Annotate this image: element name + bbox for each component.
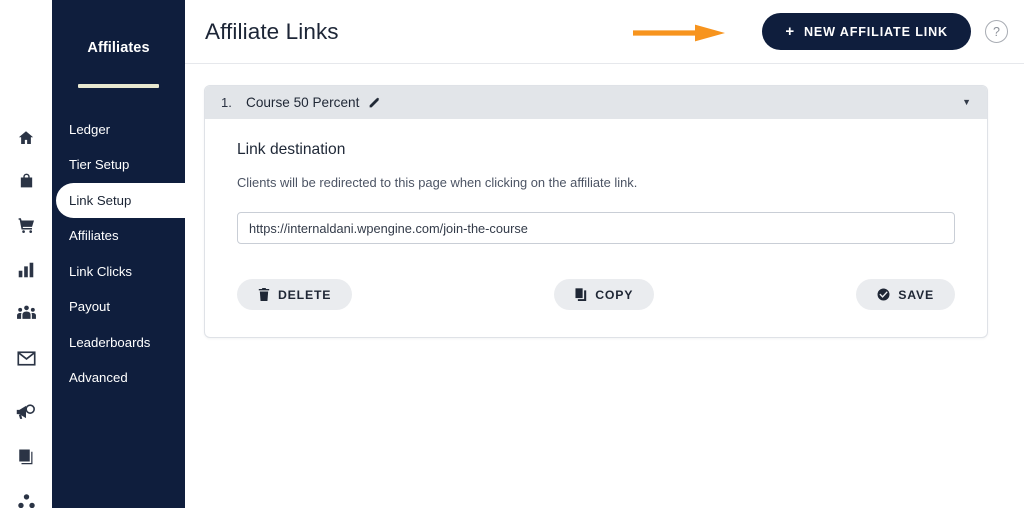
sidebar-item-label: Link Clicks: [69, 263, 133, 279]
plus-icon: +: [785, 23, 795, 40]
envelope-icon[interactable]: [0, 341, 52, 375]
copy-icon: [575, 288, 587, 301]
bar-chart-icon[interactable]: [0, 253, 52, 287]
sidebar-item-affiliates[interactable]: Affiliates: [52, 218, 185, 254]
sidebar-item-label: Advanced: [69, 370, 128, 386]
sidebar-item-ledger[interactable]: Ledger: [52, 112, 185, 148]
copy-button[interactable]: COPY: [554, 279, 655, 310]
sidebar-item-label: Leaderboards: [69, 334, 151, 350]
sidebar-item-payout[interactable]: Payout: [52, 289, 185, 325]
book-icon[interactable]: [0, 440, 52, 474]
new-affiliate-link-label: NEW AFFILIATE LINK: [803, 24, 948, 39]
main-content: Affiliate Links + NEW AFFILIATE LINK ? 1…: [185, 0, 1024, 508]
megaphone-icon[interactable]: [0, 395, 52, 429]
sidebar-item-link-setup[interactable]: Link Setup: [56, 182, 185, 218]
bag-icon[interactable]: [0, 164, 52, 198]
sidebar-nav: Ledger Tier Setup Link Setup Affiliates …: [52, 112, 185, 396]
page-header: Affiliate Links + NEW AFFILIATE LINK ?: [185, 0, 1024, 64]
section-title: Link destination: [237, 141, 346, 158]
sidebar-item-label: Ledger: [69, 121, 111, 137]
sidebar-item-label: Payout: [69, 299, 111, 315]
check-circle-icon: [877, 288, 890, 301]
sidebar: Affiliates Ledger Tier Setup Link Setup …: [52, 0, 185, 508]
new-affiliate-link-button[interactable]: + NEW AFFILIATE LINK: [762, 13, 971, 50]
edit-pencil-icon[interactable]: [368, 96, 381, 109]
page-title: Affiliate Links: [205, 18, 339, 44]
affiliate-link-card-body: Link destination Clients will be redirec…: [205, 119, 987, 337]
delete-label: DELETE: [278, 287, 332, 302]
sidebar-divider: [78, 84, 159, 88]
sidebar-item-leaderboards[interactable]: Leaderboards: [52, 325, 185, 361]
card-action-row: DELETE COPY SAVE: [237, 279, 955, 310]
card-index: 1.: [221, 95, 232, 110]
app-root: Affiliates Ledger Tier Setup Link Setup …: [0, 0, 1024, 508]
sidebar-item-tier-setup[interactable]: Tier Setup: [52, 147, 185, 183]
trash-icon: [258, 288, 270, 301]
card-title: Course 50 Percent: [246, 95, 360, 110]
sidebar-item-link-clicks[interactable]: Link Clicks: [52, 254, 185, 290]
sidebar-item-label: Affiliates: [69, 228, 119, 244]
help-icon[interactable]: ?: [985, 20, 1008, 43]
annotation-arrow-icon: [633, 24, 725, 42]
header-actions: + NEW AFFILIATE LINK ?: [762, 13, 1008, 50]
home-icon[interactable]: [0, 121, 52, 155]
affiliate-link-card: 1. Course 50 Percent ▼ Link destination …: [204, 85, 988, 338]
save-button[interactable]: SAVE: [856, 279, 955, 310]
sidebar-item-advanced[interactable]: Advanced: [52, 360, 185, 396]
icon-rail: [0, 0, 52, 508]
chevron-down-icon[interactable]: ▼: [962, 98, 971, 107]
link-destination-input[interactable]: [237, 212, 955, 244]
affiliate-link-card-header[interactable]: 1. Course 50 Percent ▼: [205, 86, 987, 119]
copy-label: COPY: [595, 287, 634, 302]
section-description: Clients will be redirected to this page …: [237, 175, 638, 190]
group-icon[interactable]: [0, 296, 52, 330]
delete-button[interactable]: DELETE: [237, 279, 353, 310]
save-label: SAVE: [898, 287, 934, 302]
sidebar-title: Affiliates: [87, 40, 150, 56]
sidebar-item-label: Tier Setup: [69, 157, 130, 173]
sidebar-item-label: Link Setup: [69, 192, 132, 208]
content-area: 1. Course 50 Percent ▼ Link destination …: [185, 64, 1024, 338]
cart-icon[interactable]: [0, 208, 52, 242]
nodes-icon[interactable]: [0, 484, 52, 508]
